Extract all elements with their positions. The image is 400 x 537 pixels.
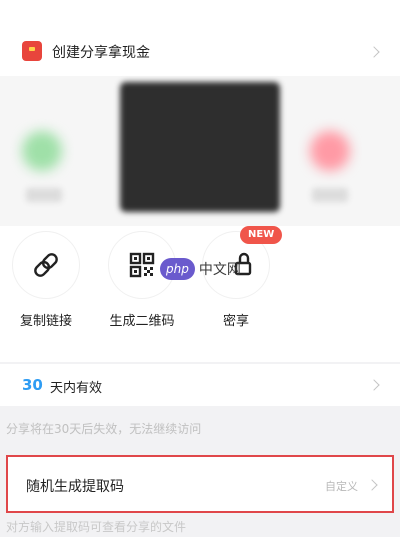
new-badge: NEW	[240, 226, 283, 244]
custom-code-option[interactable]: 自定义	[325, 478, 358, 494]
blurred-app-label	[312, 188, 348, 202]
gift-icon	[22, 41, 42, 61]
validity-note: 分享将在30天后失效，无法继续访问	[6, 422, 202, 436]
blurred-app-icon	[22, 131, 62, 171]
watermark-logo: php	[160, 258, 195, 280]
watermark: php 中文网	[160, 258, 241, 280]
validity-label: 天内有效	[50, 381, 103, 396]
private-share-label: 密享	[222, 314, 249, 329]
blurred-app-icon	[310, 131, 350, 171]
share-cash-banner[interactable]: 创建分享拿现金	[0, 32, 400, 72]
share-preview	[0, 76, 400, 226]
blurred-app-label	[26, 188, 62, 202]
extraction-code-label: 随机生成提取码	[26, 479, 124, 495]
extraction-code-row[interactable]: 随机生成提取码 自定义	[6, 455, 394, 513]
copy-link-label: 复制链接	[19, 314, 72, 329]
share-actions: 复制链接 生成二维码 密享	[0, 232, 400, 342]
private-share-button[interactable]: 密享	[196, 232, 276, 329]
blurred-qr-preview	[120, 82, 280, 212]
watermark-text: 中文网	[198, 262, 241, 278]
generate-qr-button[interactable]: 生成二维码	[102, 232, 182, 329]
validity-days: 30	[22, 376, 43, 394]
chevron-right-icon	[366, 479, 378, 491]
banner-title: 创建分享拿现金	[52, 45, 150, 61]
copy-link-circle	[13, 232, 79, 298]
generate-qr-label: 生成二维码	[109, 314, 175, 329]
link-icon	[34, 253, 58, 277]
validity-row[interactable]: 30 天内有效	[0, 364, 400, 406]
chevron-right-icon	[368, 379, 380, 391]
chevron-right-icon	[368, 46, 380, 58]
extraction-code-note: 对方输入提取码可查看分享的文件	[6, 520, 187, 534]
copy-link-button[interactable]: 复制链接	[6, 232, 86, 329]
